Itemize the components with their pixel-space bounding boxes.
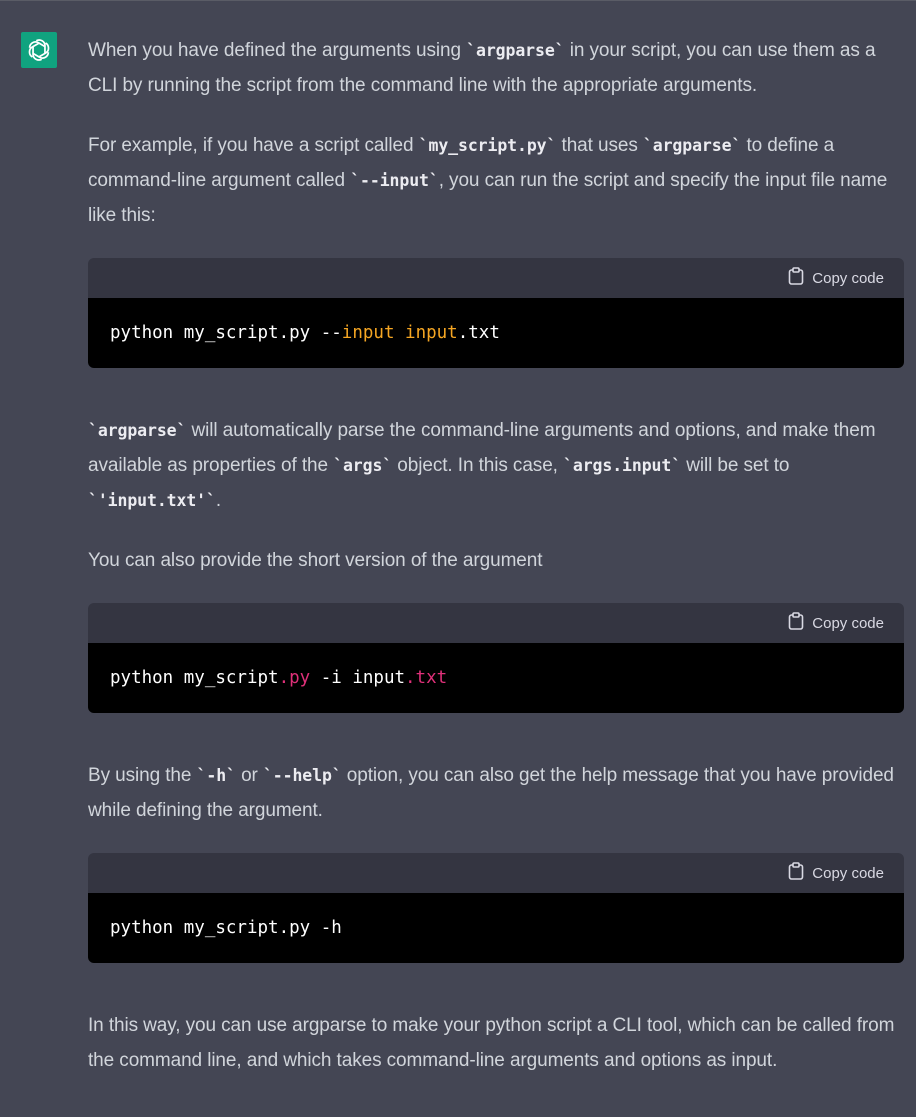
code-text: -i input [310, 668, 406, 688]
paragraph-short-version: You can also provide the short version o… [88, 550, 543, 571]
code-body: python my_script.py -- input input .txt [88, 298, 904, 368]
clipboard-icon [788, 612, 804, 634]
inline-code: `my_script.py` [418, 136, 557, 155]
copy-code-label: Copy code [812, 269, 884, 287]
text: that uses [556, 135, 643, 156]
text: object. In this case, [392, 455, 564, 476]
inline-code: `argparse` [466, 41, 565, 60]
copy-code-button[interactable]: Copy code [788, 612, 884, 634]
code-block-header: Copy code [88, 258, 904, 298]
text: . [215, 490, 222, 511]
code-body: python my_script .py -i input .txt [88, 643, 904, 713]
message-content: When you have defined the arguments usin… [88, 33, 904, 1078]
code-token-attr: .py [278, 668, 311, 688]
inline-code: `--help` [262, 766, 342, 785]
clipboard-icon [788, 862, 804, 884]
code-token-keyword: input [341, 323, 395, 343]
text: will be set to [681, 455, 790, 476]
code-block-3: Copy code python my_script.py -h [88, 853, 904, 963]
code-block-2: Copy code python my_script .py -i input .t… [88, 603, 904, 713]
code-block-1: Copy code python my_script.py -- input in… [88, 258, 904, 368]
openai-logo-icon [21, 32, 57, 68]
inline-code: `-h` [196, 766, 236, 785]
paragraph-conclusion: In this way, you can use argparse to mak… [88, 1015, 895, 1071]
code-text: python my_script [110, 668, 279, 688]
chat-message: When you have defined the arguments usin… [0, 0, 916, 1117]
copy-code-label: Copy code [812, 864, 884, 882]
inline-code: `args` [333, 456, 393, 475]
code-block-header: Copy code [88, 853, 904, 893]
code-token-attr: .txt [405, 668, 448, 688]
text: or [235, 765, 263, 786]
paragraph-intro: When you have defined the arguments usin… [88, 33, 904, 103]
code-text: .txt [457, 323, 500, 343]
code-text: python my_script.py -- [110, 323, 342, 343]
copy-code-button[interactable]: Copy code [788, 267, 884, 289]
paragraph-explanation: `argparse` will automatically parse the … [88, 413, 904, 518]
text: When you have defined the arguments usin… [88, 40, 467, 61]
text: For example, if you have a script called [88, 135, 419, 156]
inline-code: `--input` [350, 171, 439, 190]
paragraph-help: By using the `-h` or `--help` option, yo… [88, 758, 904, 828]
copy-code-label: Copy code [812, 614, 884, 632]
code-token-keyword: input [405, 323, 458, 343]
inline-code: `argparse` [88, 421, 187, 440]
inline-code: `argparse` [642, 136, 742, 155]
inline-code: `'input.txt'` [88, 491, 216, 510]
code-text: python my_script.py -h [110, 918, 342, 938]
code-body: python my_script.py -h [88, 893, 904, 963]
text: By using the [88, 765, 197, 786]
code-block-header: Copy code [88, 603, 904, 643]
copy-code-button[interactable]: Copy code [788, 862, 884, 884]
clipboard-icon [788, 267, 804, 289]
paragraph-example: For example, if you have a script called… [88, 128, 904, 233]
inline-code: `args.input` [563, 456, 682, 475]
